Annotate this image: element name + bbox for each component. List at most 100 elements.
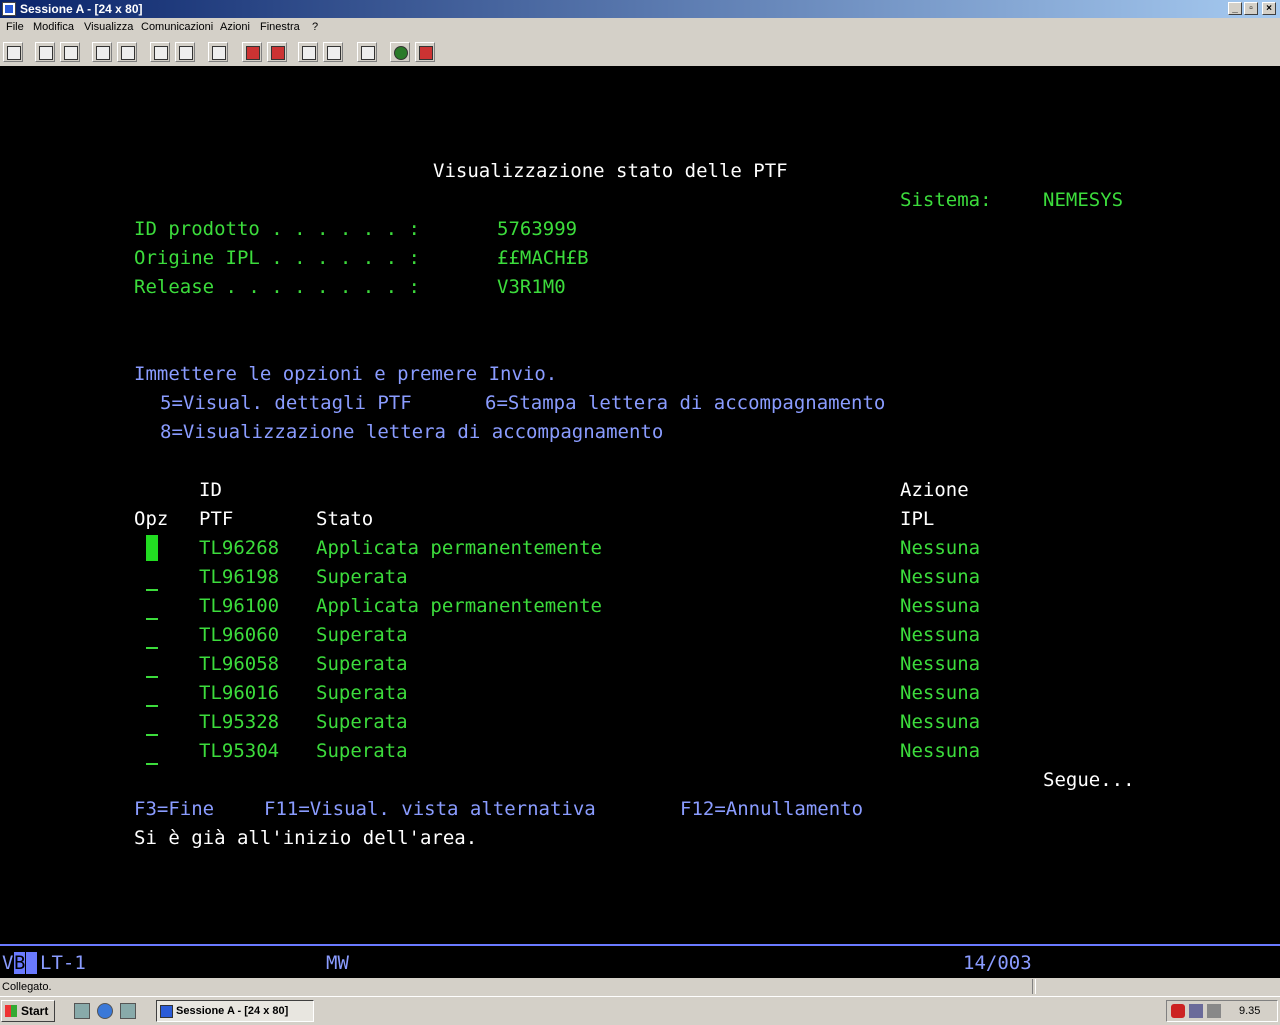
field-label-release: Release . . . . . . . . : bbox=[134, 276, 420, 298]
option-input-row-5[interactable] bbox=[146, 676, 158, 678]
macro-settings-icon[interactable] bbox=[323, 42, 343, 62]
show-desktop-icon[interactable] bbox=[74, 1003, 90, 1019]
option-input-row-2[interactable] bbox=[146, 589, 158, 591]
fkey-f11[interactable]: F11=Visual. vista alternativa bbox=[264, 795, 596, 824]
ptf-ipl-action: Nessuna bbox=[900, 595, 981, 617]
ptf-ipl-action: Nessuna bbox=[900, 740, 981, 762]
ptf-id: TL96060 bbox=[199, 624, 280, 646]
menu-modifica[interactable]: Modifica bbox=[33, 21, 74, 33]
menu-file[interactable]: File bbox=[6, 21, 24, 33]
option-input-row-3[interactable] bbox=[146, 618, 158, 620]
field-value-release: V3R1M0 bbox=[497, 276, 566, 298]
start-label: Start bbox=[21, 1004, 49, 1018]
message-line: Si è già all'inizio dell'area. bbox=[134, 827, 478, 849]
toolbar bbox=[0, 38, 1280, 67]
support-icon[interactable] bbox=[415, 42, 435, 62]
macro-icon[interactable] bbox=[208, 42, 228, 62]
field-value-ipl-origin: ££MACH£B bbox=[497, 247, 589, 269]
taskbar: Start Sessione A - [24 x 80] 9.35 bbox=[0, 996, 1280, 1025]
header-opz: Opz bbox=[134, 508, 169, 530]
session-icon bbox=[160, 1005, 173, 1018]
option-input-row-1[interactable] bbox=[146, 534, 158, 563]
system-tray: 9.35 bbox=[1166, 1000, 1278, 1022]
ptf-id: TL95304 bbox=[199, 740, 280, 762]
ptf-id: TL96016 bbox=[199, 682, 280, 704]
internet-explorer-icon[interactable] bbox=[97, 1003, 113, 1019]
status-bar: Collegato. bbox=[0, 978, 1280, 996]
ptf-ipl-action: Nessuna bbox=[900, 653, 981, 675]
menu-azioni[interactable]: Azioni bbox=[220, 21, 250, 33]
ptf-status: Superata bbox=[316, 653, 408, 675]
close-button[interactable]: × bbox=[1262, 2, 1276, 15]
send-file-icon[interactable] bbox=[92, 42, 112, 62]
keyboard-setup-icon[interactable] bbox=[175, 42, 195, 62]
fkey-f12[interactable]: F12=Annullamento bbox=[680, 795, 863, 824]
ptf-id: TL95328 bbox=[199, 711, 280, 733]
taskbar-item-sessione-a[interactable]: Sessione A - [24 x 80] bbox=[156, 1000, 314, 1022]
instructions-text: Immettere le opzioni e premere Invio. bbox=[134, 363, 558, 385]
task-label: Sessione A - [24 x 80] bbox=[176, 1005, 289, 1017]
clipboard-icon[interactable] bbox=[357, 42, 377, 62]
menu-comunicazioni[interactable]: Comunicazioni bbox=[141, 21, 213, 33]
header-azione: Azione bbox=[900, 479, 969, 501]
menu-finestra[interactable]: Finestra bbox=[260, 21, 300, 33]
option-8: 8=Visualizzazione lettera di accompagnam… bbox=[160, 421, 664, 443]
option-input-row-7[interactable] bbox=[146, 734, 158, 736]
status-divider bbox=[1032, 979, 1036, 994]
option-6: 6=Stampa lettera di accompagnamento bbox=[485, 392, 886, 414]
ptf-status: Superata bbox=[316, 711, 408, 733]
globe-icon[interactable] bbox=[390, 42, 410, 62]
field-value-product-id: 5763999 bbox=[497, 218, 578, 240]
oia-indicator-v: V bbox=[2, 952, 14, 974]
menu-visualizza[interactable]: Visualizza bbox=[84, 21, 133, 33]
display-setup-icon[interactable] bbox=[150, 42, 170, 62]
paste-icon[interactable] bbox=[60, 42, 80, 62]
system-value: NEMESYS bbox=[1043, 189, 1124, 211]
oia-lt: LT-1 bbox=[40, 952, 86, 974]
acrobat-icon[interactable] bbox=[1171, 1004, 1185, 1018]
ptf-ipl-action: Nessuna bbox=[900, 537, 981, 559]
oia-indicator-b: B bbox=[14, 952, 26, 974]
fkey-f3[interactable]: F3=Fine bbox=[134, 795, 214, 824]
window-title: Sessione A - [24 x 80] bbox=[20, 2, 143, 16]
option-input-row-6[interactable] bbox=[146, 705, 158, 707]
quicklaunch-app-icon[interactable] bbox=[120, 1003, 136, 1019]
oia-mw: MW bbox=[326, 952, 349, 974]
record-macro-icon[interactable] bbox=[242, 42, 262, 62]
ptf-ipl-action: Nessuna bbox=[900, 682, 981, 704]
ptf-ipl-action: Nessuna bbox=[900, 624, 981, 646]
receive-file-icon[interactable] bbox=[117, 42, 137, 62]
print-screen-icon[interactable] bbox=[3, 42, 23, 62]
ptf-status: Superata bbox=[316, 740, 408, 762]
option-input-row-4[interactable] bbox=[146, 647, 158, 649]
copy-icon[interactable] bbox=[35, 42, 55, 62]
play-macro-icon[interactable] bbox=[298, 42, 318, 62]
volume-icon[interactable] bbox=[1207, 1004, 1221, 1018]
system-label: Sistema: bbox=[900, 189, 992, 211]
ptf-status: Superata bbox=[316, 566, 408, 588]
header-ipl: IPL bbox=[900, 508, 935, 530]
header-ptf: PTF bbox=[199, 508, 234, 530]
option-input-row-8[interactable] bbox=[146, 763, 158, 765]
network-disconnected-icon[interactable] bbox=[1189, 1004, 1203, 1018]
title-bar: Sessione A - [24 x 80] _ ▫ × bbox=[0, 0, 1280, 18]
stop-macro-icon[interactable] bbox=[267, 42, 287, 62]
option-5: 5=Visual. dettagli PTF bbox=[160, 392, 412, 414]
ptf-status: Applicata permanentemente bbox=[316, 537, 602, 559]
more-indicator: Segue... bbox=[1043, 769, 1135, 791]
minimize-button[interactable]: _ bbox=[1228, 2, 1242, 15]
app-icon[interactable] bbox=[2, 2, 16, 16]
clock: 9.35 bbox=[1239, 1005, 1261, 1017]
start-button[interactable]: Start bbox=[1, 1000, 55, 1022]
field-label-ipl-origin: Origine IPL . . . . . . : bbox=[134, 247, 420, 269]
screen-title: Visualizzazione stato delle PTF bbox=[433, 160, 788, 182]
ptf-id: TL96100 bbox=[199, 595, 280, 617]
cursor-position: 14/003 bbox=[963, 952, 1032, 974]
windows-logo-icon bbox=[5, 1005, 17, 1017]
maximize-button[interactable]: ▫ bbox=[1244, 2, 1258, 15]
ptf-status: Superata bbox=[316, 624, 408, 646]
menu-help[interactable]: ? bbox=[312, 21, 318, 33]
terminal-screen[interactable]: Visualizzazione stato delle PTF Sistema:… bbox=[0, 66, 1280, 944]
field-label-product-id: ID prodotto . . . . . . : bbox=[134, 218, 420, 240]
ptf-id: TL96268 bbox=[199, 537, 280, 559]
